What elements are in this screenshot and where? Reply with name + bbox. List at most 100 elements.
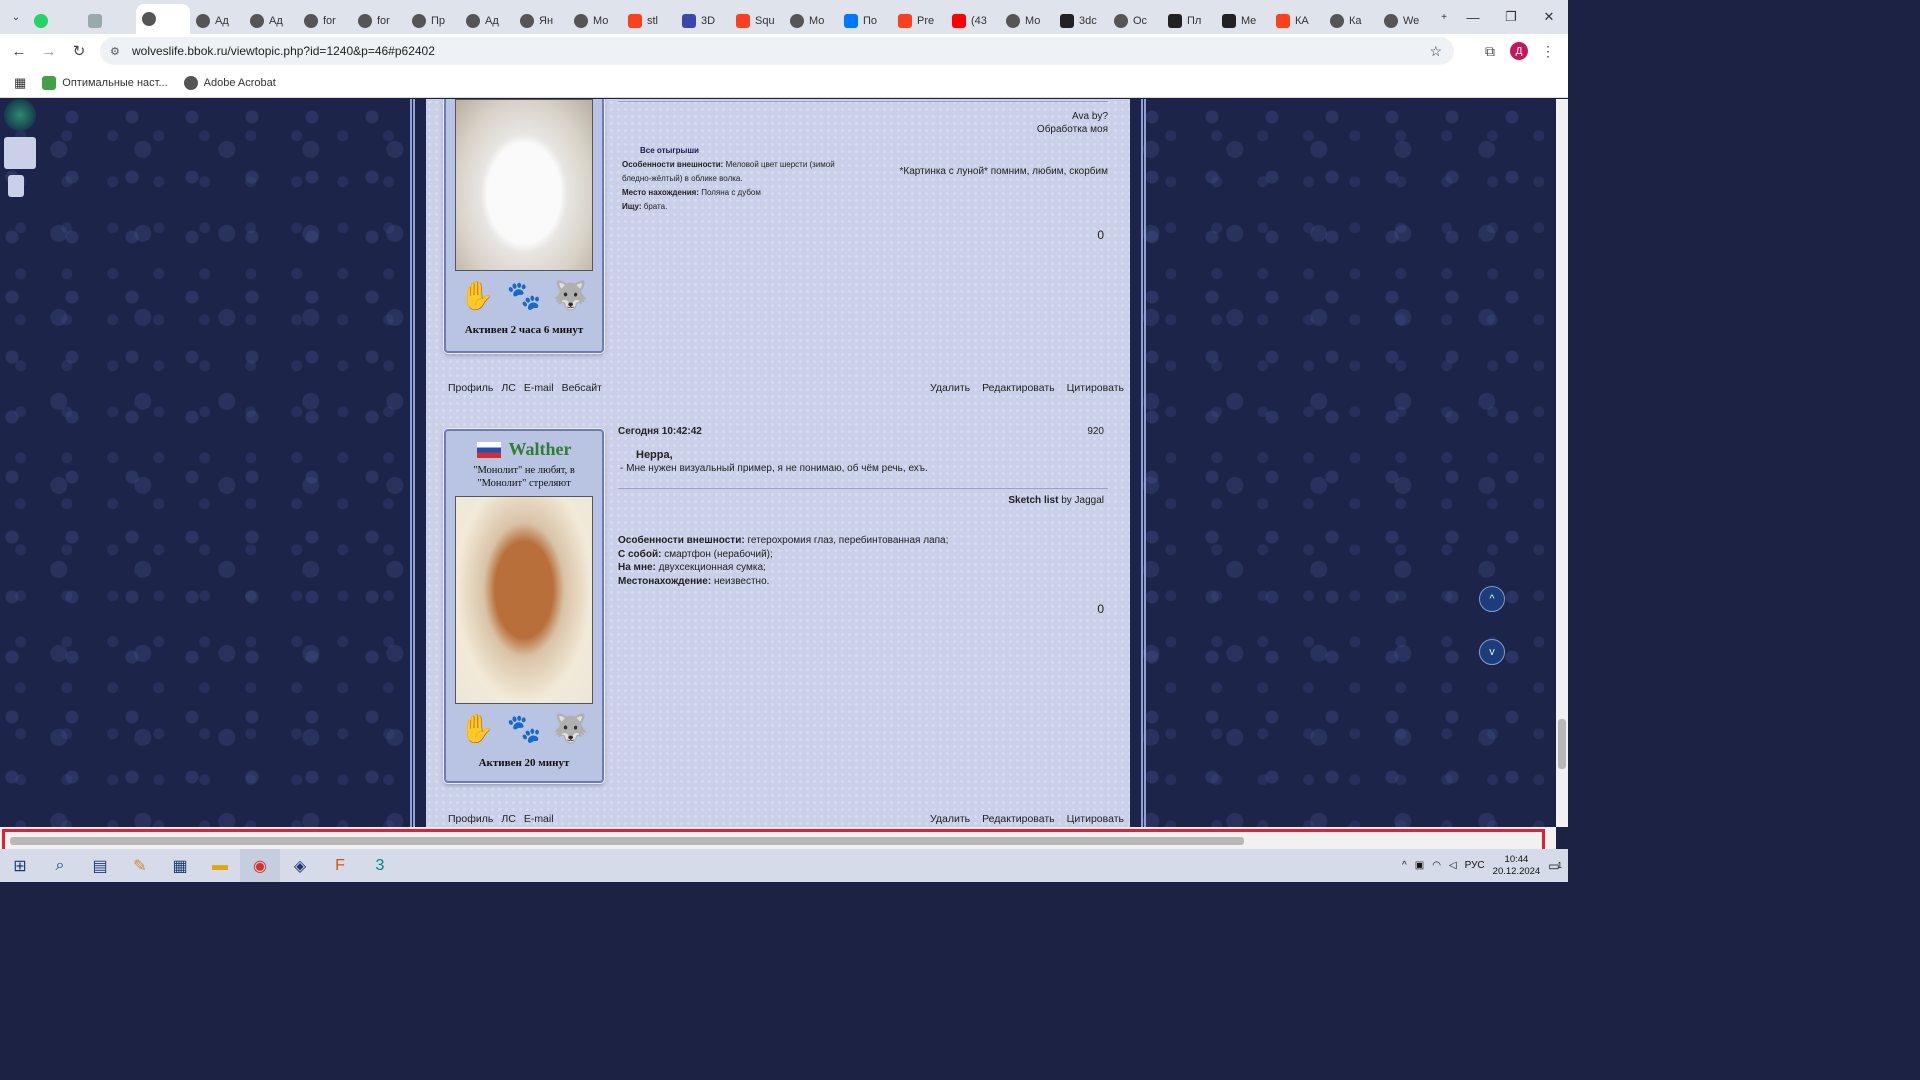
globe-icon xyxy=(466,14,480,28)
apps-grid-icon[interactable]: ▦ xyxy=(14,75,26,91)
post-action[interactable]: Цитировать xyxy=(1067,813,1124,825)
windows-start-icon[interactable]: ⊞ xyxy=(0,849,40,882)
scroll-down-button[interactable]: v xyxy=(1479,639,1505,665)
page-viewport: ✋ 🐾 🐺 Активен 2 часа 6 минут Ava by? Обр… xyxy=(0,99,1556,827)
post-action[interactable]: Удалить xyxy=(930,382,970,394)
rp-link[interactable]: Все отыгрыши xyxy=(622,144,863,158)
side-panel-icon[interactable] xyxy=(4,137,36,169)
url-text[interactable]: wolveslife.bbok.ru/viewtopic.php?id=1240… xyxy=(132,44,435,58)
browser-tab[interactable]: По xyxy=(838,8,892,34)
browser-tab[interactable]: Me xyxy=(1216,8,1270,34)
address-bar[interactable]: ⚙ wolveslife.bbok.ru/viewtopic.php?id=12… xyxy=(100,37,1454,65)
browser-tab[interactable] xyxy=(136,4,190,34)
file-explorer-icon[interactable]: ▬ xyxy=(200,849,240,882)
profile-avatar[interactable]: Д xyxy=(1510,42,1528,60)
browser-tab[interactable]: Ад xyxy=(460,8,514,34)
post-action[interactable]: Цитировать xyxy=(1067,382,1124,394)
chrome-icon[interactable]: ◉ xyxy=(240,849,280,882)
post-link[interactable]: E-mail xyxy=(524,382,554,394)
browser-tab[interactable]: for xyxy=(298,8,352,34)
camera-icon[interactable]: ▣ xyxy=(1415,860,1424,871)
tab-label: Squ xyxy=(755,15,775,27)
post-link[interactable]: E-mail xyxy=(524,813,554,825)
paw-icon[interactable]: 🐾 xyxy=(507,279,542,312)
browser-tab[interactable]: Пр xyxy=(406,8,460,34)
browser-tab[interactable]: Мо xyxy=(568,8,622,34)
username[interactable]: Walther xyxy=(509,439,572,460)
bookmark-item[interactable]: Adobe Acrobat xyxy=(183,75,276,90)
browser-tab[interactable]: stl xyxy=(622,8,676,34)
site-logo-icon[interactable] xyxy=(4,99,36,131)
browser-tab[interactable]: КА xyxy=(1270,8,1324,34)
field-label: Особенности внешности: xyxy=(618,535,745,546)
browser-tab[interactable]: (43 xyxy=(946,8,1000,34)
side-icons xyxy=(4,99,38,203)
post-link[interactable]: Профиль xyxy=(448,813,493,825)
minimize-icon[interactable]: — xyxy=(1454,0,1492,34)
new-tab-button[interactable]: + xyxy=(1432,5,1456,29)
tab-search-dropdown-icon[interactable]: ⌄ xyxy=(4,5,28,29)
language-indicator[interactable]: РУС xyxy=(1465,860,1485,871)
browser-tab[interactable]: Пл xyxy=(1162,8,1216,34)
browser-tab[interactable]: Squ xyxy=(730,8,784,34)
app-icon[interactable]: ✎ xyxy=(120,849,160,882)
post-date[interactable]: Сегодня 10:42:42 xyxy=(618,426,702,437)
browser-tab[interactable]: Ад xyxy=(244,8,298,34)
calculator-icon[interactable]: ▦ xyxy=(160,849,200,882)
browser-tab[interactable]: We xyxy=(1378,8,1432,34)
sketch-link[interactable]: Sketch list xyxy=(1008,495,1058,506)
browser-tab[interactable]: Ос xyxy=(1108,8,1162,34)
vertical-scroll-thumb[interactable] xyxy=(1558,719,1566,769)
vertical-scrollbar[interactable] xyxy=(1556,99,1568,827)
extensions-icon[interactable]: ⧉ xyxy=(1476,37,1504,65)
back-icon[interactable]: ← xyxy=(4,36,34,66)
search-icon[interactable]: ⌕ xyxy=(40,849,80,882)
browser-tab[interactable]: Ян xyxy=(514,8,568,34)
volume-icon[interactable]: ◁ xyxy=(1449,860,1457,871)
browser-tab[interactable] xyxy=(82,8,136,34)
browser-tab[interactable]: Мо xyxy=(784,8,838,34)
browser-tab[interactable]: Ад xyxy=(190,8,244,34)
side-bookmark-icon[interactable] xyxy=(8,175,24,197)
site-info-icon[interactable]: ⚙ xyxy=(110,45,124,58)
app-icon[interactable]: ◈ xyxy=(280,849,320,882)
hand-icon[interactable]: ✋ xyxy=(460,279,495,312)
post-link[interactable]: Вебсайт xyxy=(562,382,602,394)
menu-icon[interactable]: ⋮ xyxy=(1534,37,1562,65)
clock[interactable]: 10:44 20.12.2024 xyxy=(1493,854,1541,878)
bookmark-star-icon[interactable]: ☆ xyxy=(1429,43,1442,60)
post-action[interactable]: Удалить xyxy=(930,813,970,825)
scroll-up-button[interactable]: ^ xyxy=(1479,586,1505,612)
app-icon[interactable]: F xyxy=(320,849,360,882)
browser-tab[interactable]: Ка xyxy=(1324,8,1378,34)
post-link[interactable]: Профиль xyxy=(448,382,493,394)
browser-tab[interactable]: Pre xyxy=(892,8,946,34)
browser-tab[interactable]: 3D xyxy=(676,8,730,34)
close-icon[interactable]: ✕ xyxy=(1530,0,1568,34)
bookmark-item[interactable]: Оптимальные наст... xyxy=(42,75,168,90)
post-number[interactable]: 920 xyxy=(1087,426,1108,437)
post-link[interactable]: ЛС xyxy=(501,813,515,825)
browser-tab[interactable]: 3dc xyxy=(1054,8,1108,34)
wifi-icon[interactable]: ◠ xyxy=(1432,860,1441,871)
browser-tab[interactable] xyxy=(28,8,82,34)
forward-icon[interactable]: → xyxy=(34,36,64,66)
post-text: - Мне нужен визуальный пример, я не пони… xyxy=(620,463,928,474)
browser-tab[interactable]: Мо xyxy=(1000,8,1054,34)
post-action[interactable]: Редактировать xyxy=(982,813,1055,825)
globe-icon xyxy=(1384,14,1398,28)
browser-toolbar: ← → ↻ ⚙ wolveslife.bbok.ru/viewtopic.php… xyxy=(0,34,1568,68)
globe-icon xyxy=(574,14,588,28)
post-link[interactable]: ЛС xyxy=(501,382,515,394)
wolf-icon[interactable]: 🐺 xyxy=(553,279,588,312)
task-view-icon[interactable]: ▤ xyxy=(80,849,120,882)
post-action[interactable]: Редактировать xyxy=(982,382,1055,394)
app-icon[interactable]: 3 xyxy=(360,849,400,882)
reload-icon[interactable]: ↻ xyxy=(64,36,94,66)
browser-tab[interactable]: for xyxy=(352,8,406,34)
wolf-icon[interactable]: 🐺 xyxy=(553,712,588,745)
chevron-up-icon[interactable]: ^ xyxy=(1402,860,1407,871)
paw-icon[interactable]: 🐾 xyxy=(507,712,542,745)
restore-icon[interactable]: ❐ xyxy=(1492,0,1530,34)
hand-icon[interactable]: ✋ xyxy=(460,712,495,745)
